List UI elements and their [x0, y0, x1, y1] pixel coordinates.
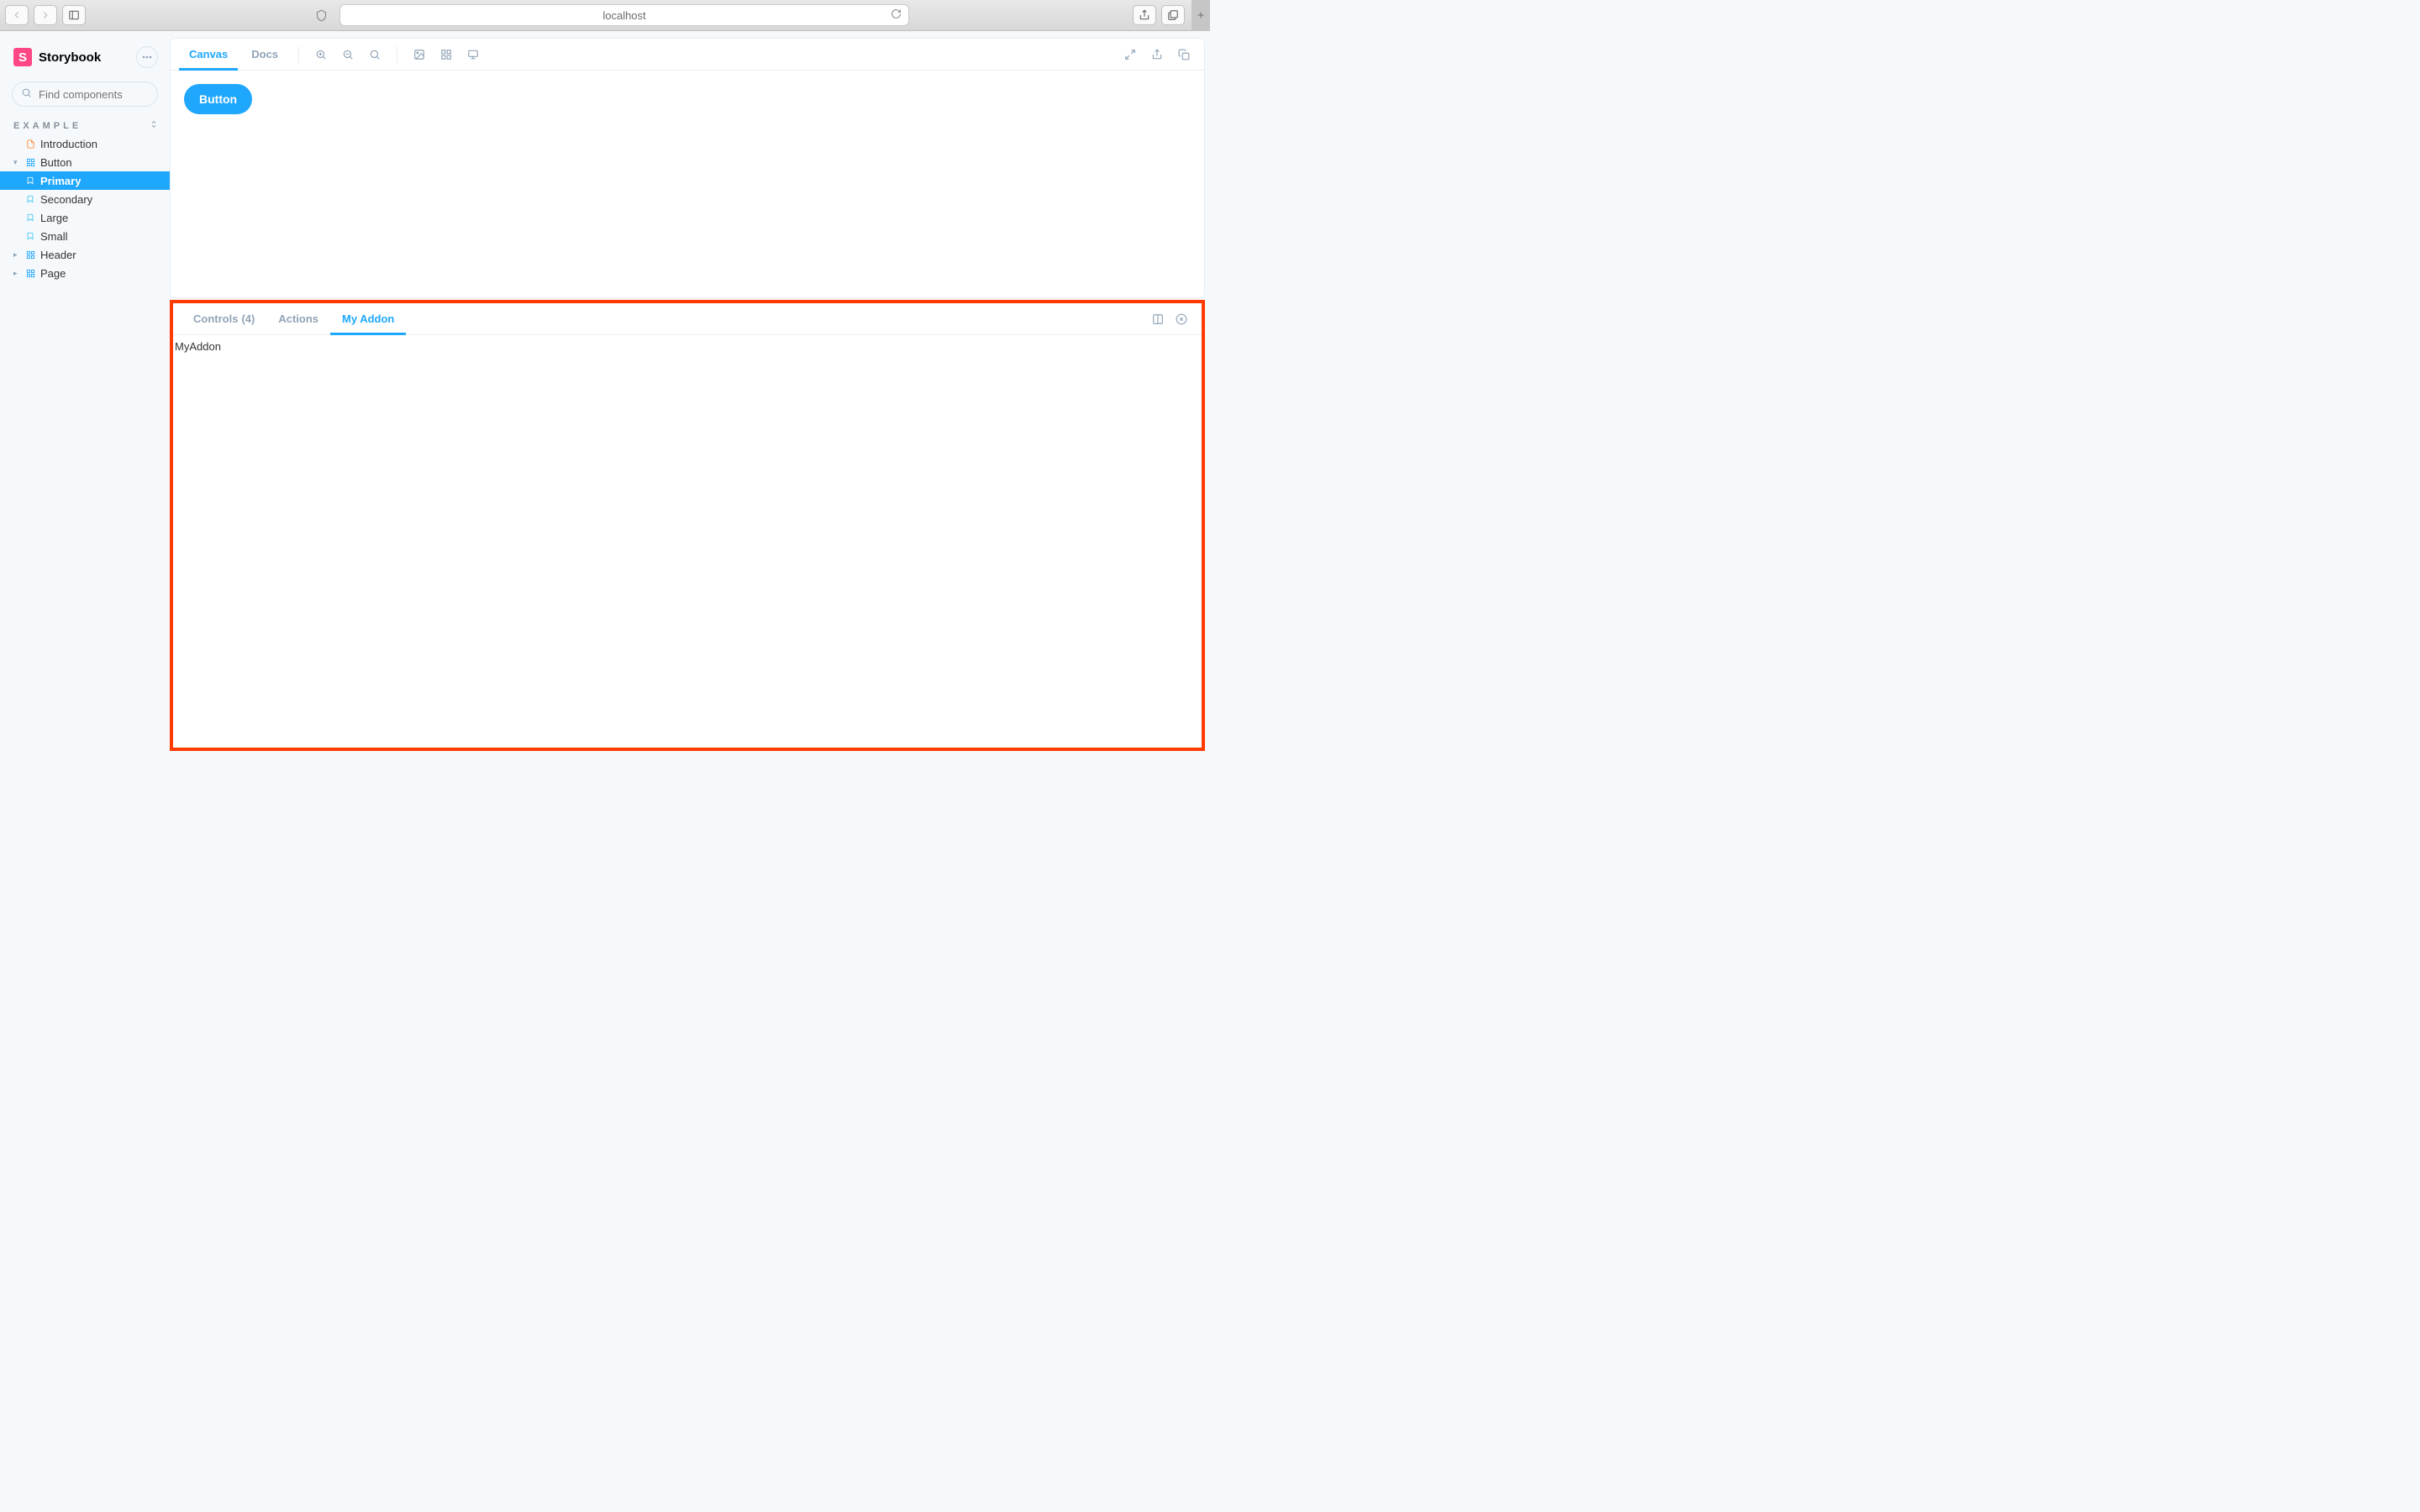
preview-toolbar: Canvas Docs	[171, 39, 1204, 71]
sidebar-item-introduction[interactable]: Introduction	[0, 134, 170, 153]
tree-label: Small	[40, 230, 68, 243]
sidebar-story-primary[interactable]: Primary	[0, 171, 170, 190]
privacy-shield-icon[interactable]	[309, 5, 333, 25]
chevron-down-icon: ▾	[13, 158, 20, 167]
panel-tab-actions[interactable]: Actions	[266, 303, 330, 335]
sidebar-story-small[interactable]: Small	[0, 227, 170, 245]
demo-button[interactable]: Button	[184, 84, 252, 114]
zoom-in-icon[interactable]	[309, 43, 333, 66]
background-icon[interactable]	[408, 43, 431, 66]
panel-tabs: Controls (4) Actions My Addon	[173, 303, 1202, 335]
sidebar-toggle-button[interactable]	[62, 5, 86, 25]
tree-label: Introduction	[40, 138, 97, 150]
app-title: Storybook	[39, 50, 129, 65]
section-header[interactable]: Example	[0, 117, 170, 134]
sidebar-item-page[interactable]: ▸ Page	[0, 264, 170, 282]
panel-orientation-icon[interactable]	[1146, 307, 1170, 331]
tab-label: Controls	[193, 312, 238, 325]
bookmark-icon	[25, 213, 35, 223]
nav-back-button[interactable]	[5, 5, 29, 25]
sidebar-story-secondary[interactable]: Secondary	[0, 190, 170, 208]
search-field[interactable]	[39, 88, 187, 101]
grid-icon[interactable]	[434, 43, 458, 66]
bookmark-icon	[25, 176, 35, 186]
tree-label: Secondary	[40, 193, 92, 206]
sidebar: S Storybook / Example	[0, 38, 170, 756]
nav-tree: Introduction ▾ Button Primary Seconda	[0, 134, 170, 282]
tab-canvas[interactable]: Canvas	[179, 39, 238, 71]
chevron-right-icon: ▸	[13, 250, 20, 260]
section-label: Example	[13, 121, 82, 131]
component-icon	[25, 268, 35, 278]
zoom-out-icon[interactable]	[336, 43, 360, 66]
share-button[interactable]	[1133, 5, 1156, 25]
panel-content: MyAddon	[173, 335, 1202, 358]
reload-icon[interactable]	[891, 8, 902, 22]
panel-tab-myaddon[interactable]: My Addon	[330, 303, 406, 335]
open-new-tab-icon[interactable]	[1145, 43, 1169, 66]
search-icon	[21, 87, 32, 101]
sidebar-story-large[interactable]: Large	[0, 208, 170, 227]
tab-count: (4)	[241, 312, 255, 325]
tab-docs[interactable]: Docs	[241, 39, 288, 71]
sidebar-item-header[interactable]: ▸ Header	[0, 245, 170, 264]
sidebar-item-button[interactable]: ▾ Button	[0, 153, 170, 171]
tabs-button[interactable]	[1161, 5, 1185, 25]
panel-close-icon[interactable]	[1170, 307, 1193, 331]
bookmark-icon	[25, 231, 35, 241]
new-tab-button[interactable]	[1192, 0, 1210, 31]
tree-label: Primary	[40, 175, 81, 187]
tree-label: Button	[40, 156, 72, 169]
chevron-right-icon: ▸	[13, 269, 20, 278]
addons-panel: Controls (4) Actions My Addon MyAddon	[170, 300, 1205, 751]
browser-toolbar: localhost	[0, 0, 1210, 31]
zoom-reset-icon[interactable]	[363, 43, 387, 66]
copy-link-icon[interactable]	[1172, 43, 1196, 66]
separator	[298, 46, 299, 63]
preview-pane: Canvas Docs Button	[170, 38, 1205, 298]
component-icon	[25, 157, 35, 167]
address-bar[interactable]: localhost	[339, 4, 909, 26]
document-icon	[25, 139, 35, 149]
tree-label: Page	[40, 267, 66, 280]
tree-label: Header	[40, 249, 76, 261]
search-input[interactable]: /	[12, 81, 158, 107]
storybook-logo: S	[13, 48, 32, 66]
url-text: localhost	[602, 9, 645, 22]
canvas-area: Button	[171, 71, 1204, 297]
sidebar-menu-button[interactable]	[136, 46, 158, 68]
panel-tab-controls[interactable]: Controls (4)	[182, 303, 266, 335]
tree-label: Large	[40, 212, 68, 224]
expand-collapse-icon[interactable]	[150, 120, 158, 131]
component-icon	[25, 249, 35, 260]
viewport-icon[interactable]	[461, 43, 485, 66]
fullscreen-icon[interactable]	[1118, 43, 1142, 66]
bookmark-icon	[25, 194, 35, 204]
nav-forward-button[interactable]	[34, 5, 57, 25]
